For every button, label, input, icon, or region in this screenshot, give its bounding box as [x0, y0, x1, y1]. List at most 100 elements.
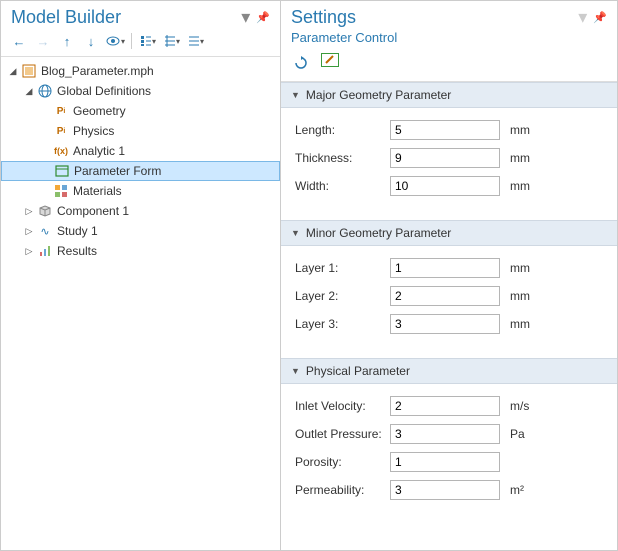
width-input[interactable]	[390, 176, 500, 196]
section-header-physical[interactable]: ▼ Physical Parameter	[281, 358, 617, 384]
nav-up-button[interactable]: ↑	[57, 32, 77, 50]
layer3-input[interactable]	[390, 314, 500, 334]
field-unit: m/s	[510, 399, 529, 413]
toolbar-separator	[131, 33, 132, 49]
field-unit: Pa	[510, 427, 525, 441]
field-label: Layer 2:	[295, 289, 390, 303]
tree-node-component1[interactable]: ▷ Component 1	[1, 201, 280, 221]
component-icon	[37, 203, 53, 219]
list-button[interactable]: ▾	[186, 32, 206, 50]
model-builder-title-bar: Model Builder ▾ 📌	[1, 1, 280, 30]
settings-title-bar: Settings ▾ 📌	[281, 1, 617, 30]
field-row-outlet-pressure: Outlet Pressure: Pa	[295, 424, 603, 444]
permeability-input[interactable]	[390, 480, 500, 500]
tree-node-parameter-form[interactable]: ▸ Parameter Form	[1, 161, 280, 181]
nav-back-button[interactable]: ←	[9, 32, 29, 50]
field-row-layer2: Layer 2: mm	[295, 286, 603, 306]
field-row-width: Width: mm	[295, 176, 603, 196]
tree-node-analytic1[interactable]: ▸ f(x) Analytic 1	[1, 141, 280, 161]
model-builder-panel: Model Builder ▾ 📌 ← → ↑ ↓ ▾ ▾ ▾	[1, 1, 281, 550]
layer2-input[interactable]	[390, 286, 500, 306]
field-row-thickness: Thickness: mm	[295, 148, 603, 168]
field-row-inlet-velocity: Inlet Velocity: m/s	[295, 396, 603, 416]
model-builder-title: Model Builder	[11, 7, 121, 28]
field-unit: mm	[510, 261, 530, 275]
tree-node-materials[interactable]: ▸ Materials	[1, 181, 280, 201]
pin-icon[interactable]: 📌	[256, 11, 270, 24]
expand-icon[interactable]: ▷	[23, 225, 35, 237]
field-unit: mm	[510, 151, 530, 165]
pin-icon[interactable]: 📌	[593, 11, 607, 24]
globe-icon	[37, 83, 53, 99]
layer1-input[interactable]	[390, 258, 500, 278]
tree-node-physics[interactable]: ▸ Pi Physics	[1, 121, 280, 141]
tree-label: Materials	[73, 184, 122, 198]
nav-forward-button[interactable]: →	[33, 32, 53, 50]
tree-label: Results	[57, 244, 97, 258]
refresh-button[interactable]	[291, 53, 311, 73]
field-label: Layer 3:	[295, 317, 390, 331]
field-unit: mm	[510, 123, 530, 137]
expand-icon[interactable]: ◢	[23, 85, 35, 97]
tree-label: Blog_Parameter.mph	[41, 64, 154, 78]
settings-panel: Settings ▾ 📌 Parameter Control ▼ Major G…	[281, 1, 617, 550]
panel-menu-icon[interactable]: ▾	[241, 7, 250, 28]
parameters-icon: Pi	[53, 123, 69, 139]
field-row-permeability: Permeability: m²	[295, 480, 603, 500]
tree-node-global-definitions[interactable]: ◢ Global Definitions	[1, 81, 280, 101]
field-unit: m²	[510, 483, 524, 497]
expand-icon[interactable]: ▷	[23, 245, 35, 257]
tree-label: Component 1	[57, 204, 129, 218]
collapse-button[interactable]: ▾	[138, 32, 158, 50]
field-label: Width:	[295, 179, 390, 193]
tree-label: Study 1	[57, 224, 98, 238]
field-unit: mm	[510, 179, 530, 193]
expand-icon[interactable]: ▷	[23, 205, 35, 217]
section-header-major[interactable]: ▼ Major Geometry Parameter	[281, 82, 617, 108]
field-label: Permeability:	[295, 483, 390, 497]
section-body-physical: Inlet Velocity: m/s Outlet Pressure: Pa …	[281, 384, 617, 524]
tree-node-geometry[interactable]: ▸ Pi Geometry	[1, 101, 280, 121]
section-title: Major Geometry Parameter	[306, 88, 451, 102]
field-label: Thickness:	[295, 151, 390, 165]
model-tree[interactable]: ◢ Blog_Parameter.mph ◢ Global Definition…	[1, 57, 280, 550]
show-button[interactable]: ▾	[105, 32, 125, 50]
settings-title: Settings	[291, 7, 356, 28]
tree-node-study1[interactable]: ▷ ∿ Study 1	[1, 221, 280, 241]
field-unit: mm	[510, 317, 530, 331]
nav-down-button[interactable]: ↓	[81, 32, 101, 50]
edit-form-button[interactable]	[321, 53, 339, 67]
field-label: Length:	[295, 123, 390, 137]
panel-menu-icon[interactable]: ▾	[578, 7, 587, 28]
parameters-icon: Pi	[53, 103, 69, 119]
tree-node-results[interactable]: ▷ Results	[1, 241, 280, 261]
collapse-icon: ▼	[291, 90, 300, 100]
field-row-porosity: Porosity:	[295, 452, 603, 472]
thickness-input[interactable]	[390, 148, 500, 168]
materials-icon	[53, 183, 69, 199]
tree-label: Global Definitions	[57, 84, 151, 98]
tree-node-root[interactable]: ◢ Blog_Parameter.mph	[1, 61, 280, 81]
tree-label: Analytic 1	[73, 144, 125, 158]
porosity-input[interactable]	[390, 452, 500, 472]
expand-icon[interactable]: ◢	[7, 65, 19, 77]
expand-button[interactable]: ▾	[162, 32, 182, 50]
section-header-minor[interactable]: ▼ Minor Geometry Parameter	[281, 220, 617, 246]
field-label: Porosity:	[295, 455, 390, 469]
section-body-major: Length: mm Thickness: mm Width: mm	[281, 108, 617, 220]
field-row-layer3: Layer 3: mm	[295, 314, 603, 334]
collapse-icon: ▼	[291, 228, 300, 238]
section-title: Minor Geometry Parameter	[306, 226, 451, 240]
settings-toolbar	[281, 49, 617, 82]
field-unit: mm	[510, 289, 530, 303]
function-icon: f(x)	[53, 143, 69, 159]
outlet-pressure-input[interactable]	[390, 424, 500, 444]
inlet-velocity-input[interactable]	[390, 396, 500, 416]
results-icon	[37, 243, 53, 259]
field-label: Layer 1:	[295, 261, 390, 275]
field-row-length: Length: mm	[295, 120, 603, 140]
section-title: Physical Parameter	[306, 364, 410, 378]
length-input[interactable]	[390, 120, 500, 140]
study-icon: ∿	[37, 223, 53, 239]
tree-label: Geometry	[73, 104, 126, 118]
